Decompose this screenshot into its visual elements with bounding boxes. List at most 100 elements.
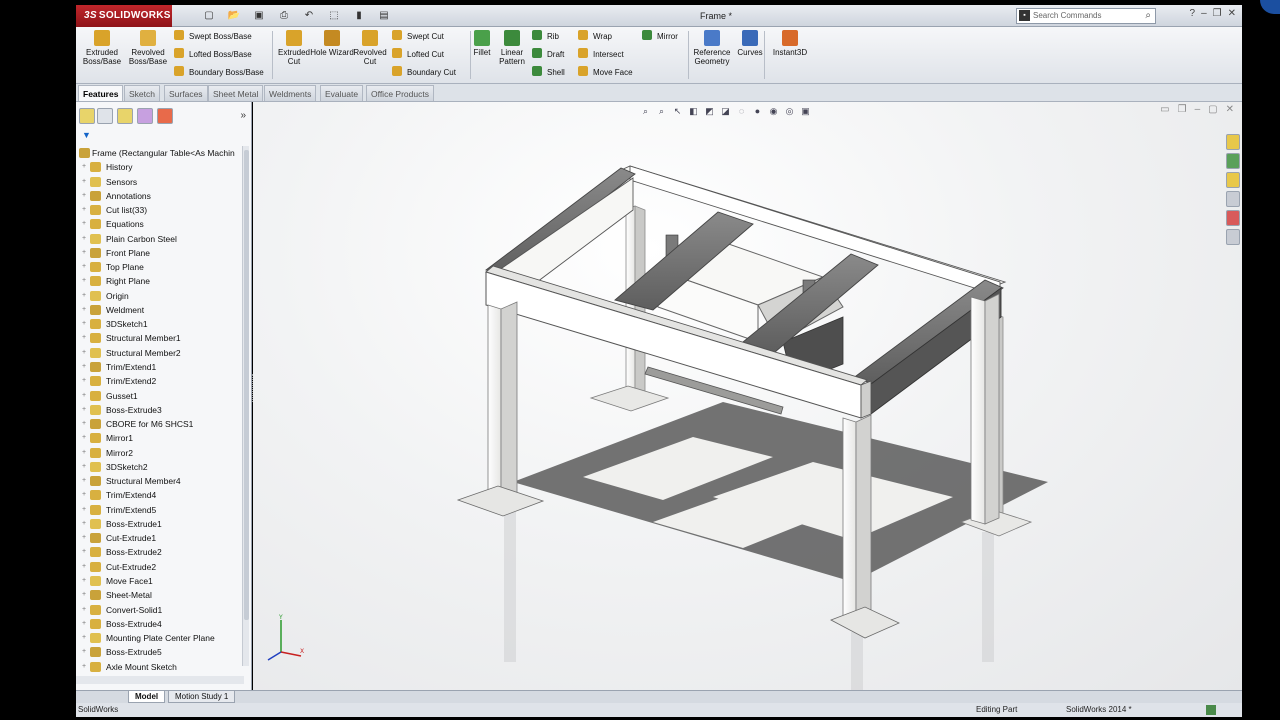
swept-boss-button[interactable]: Swept Boss/Base	[174, 29, 252, 45]
tree-item[interactable]: + Front Plane	[76, 246, 244, 260]
tree-horizontal-scrollbar[interactable]	[76, 676, 244, 684]
expand-icon[interactable]: +	[82, 303, 90, 317]
expand-icon[interactable]: +	[82, 160, 90, 174]
rib-button[interactable]: Rib	[532, 29, 559, 45]
instant3d-button[interactable]: Instant3D	[768, 30, 812, 57]
tree-item[interactable]: + Cut-Extrude2	[76, 560, 244, 574]
expand-icon[interactable]: +	[82, 217, 90, 231]
tree-item[interactable]: + Boss-Extrude4	[76, 617, 244, 631]
expand-panel-icon[interactable]: »	[240, 110, 246, 121]
expand-icon[interactable]: +	[82, 603, 90, 617]
tab-surfaces[interactable]: Surfaces	[164, 85, 208, 101]
property-manager-icon[interactable]	[97, 108, 113, 124]
expand-icon[interactable]: +	[82, 331, 90, 345]
scroll-thumb[interactable]	[244, 150, 249, 620]
tab-sheet-metal[interactable]: Sheet Metal	[208, 85, 264, 101]
tree-item[interactable]: + Trim/Extend1	[76, 360, 244, 374]
tree-item[interactable]: + Sensors	[76, 175, 244, 189]
expand-icon[interactable]: +	[82, 474, 90, 488]
tree-item[interactable]: + Boss-Extrude5	[76, 645, 244, 659]
expand-icon[interactable]: +	[82, 289, 90, 303]
expand-icon[interactable]: +	[82, 517, 90, 531]
tree-item[interactable]: + Annotations	[76, 189, 244, 203]
tree-item[interactable]: + Mounting Plate Center Plane	[76, 631, 244, 645]
move-face-button[interactable]: Move Face	[578, 65, 633, 81]
expand-icon[interactable]: +	[82, 246, 90, 260]
save-icon[interactable]: ▣	[248, 8, 270, 24]
tree-item[interactable]: + Cut list(33)	[76, 203, 244, 217]
rebuild-icon[interactable]: ▮	[348, 8, 370, 24]
configuration-icon[interactable]	[117, 108, 133, 124]
tree-item[interactable]: + Origin	[76, 289, 244, 303]
tab-model[interactable]: Model	[128, 691, 166, 703]
tree-item[interactable]: + Axle Mount Sketch	[76, 660, 244, 674]
restore-icon[interactable]: ❐	[1213, 8, 1222, 19]
tab-weldments[interactable]: Weldments	[264, 85, 317, 101]
expand-icon[interactable]: +	[82, 488, 90, 502]
tree-item[interactable]: + Trim/Extend5	[76, 503, 244, 517]
expand-icon[interactable]: +	[82, 346, 90, 360]
search-commands-input[interactable]: ▪ Search Commands ⌕	[1016, 8, 1156, 24]
tree-item[interactable]: + Structural Member2	[76, 346, 244, 360]
tree-item[interactable]: + Equations	[76, 217, 244, 231]
expand-icon[interactable]: +	[82, 446, 90, 460]
tree-item[interactable]: + Sheet-Metal	[76, 588, 244, 602]
tree-item[interactable]: + History	[76, 160, 244, 174]
new-icon[interactable]: ▢	[198, 8, 220, 24]
tab-office-products[interactable]: Office Products	[366, 85, 434, 101]
tree-item[interactable]: + Mirror1	[76, 431, 244, 445]
expand-icon[interactable]: +	[82, 631, 90, 645]
tab-evaluate[interactable]: Evaluate	[320, 85, 364, 101]
tree-item[interactable]: + Structural Member4	[76, 474, 244, 488]
solidworks-logo[interactable]: 3S SOLIDWORKS	[76, 5, 172, 27]
tab-features[interactable]: Features	[78, 85, 124, 101]
expand-icon[interactable]: +	[82, 360, 90, 374]
tree-item[interactable]: + Structural Member1	[76, 331, 244, 345]
mirror-button[interactable]: Mirror	[642, 29, 678, 45]
expand-icon[interactable]: +	[82, 403, 90, 417]
tree-item[interactable]: + Top Plane	[76, 260, 244, 274]
select-icon[interactable]: ⬚	[323, 8, 345, 24]
intersect-button[interactable]: Intersect	[578, 47, 624, 63]
tab-motion-study[interactable]: Motion Study 1	[168, 691, 236, 703]
print-icon[interactable]: ⎙	[273, 8, 295, 24]
lofted-cut-button[interactable]: Lofted Cut	[392, 47, 444, 63]
tree-item[interactable]: + Cut-Extrude1	[76, 531, 244, 545]
wrap-button[interactable]: Wrap	[578, 29, 612, 45]
tree-item[interactable]: +3DSketch1	[76, 317, 244, 331]
tree-item[interactable]: + Move Face1	[76, 574, 244, 588]
expand-icon[interactable]: +	[82, 260, 90, 274]
options-icon[interactable]: ▤	[373, 8, 395, 24]
revolved-cut-button[interactable]: Revolved Cut	[348, 30, 392, 66]
tree-item[interactable]: + Mirror2	[76, 446, 244, 460]
expand-icon[interactable]: +	[82, 574, 90, 588]
shell-button[interactable]: Shell	[532, 65, 565, 81]
expand-icon[interactable]: +	[82, 417, 90, 431]
tree-item[interactable]: + Right Plane	[76, 274, 244, 288]
tree-item[interactable]: + Trim/Extend2	[76, 374, 244, 388]
filter-icon[interactable]: ▼	[82, 130, 91, 140]
tree-item[interactable]: + Boss-Extrude3	[76, 403, 244, 417]
expand-icon[interactable]: +	[82, 460, 90, 474]
expand-icon[interactable]: +	[82, 617, 90, 631]
expand-icon[interactable]: +	[82, 189, 90, 203]
expand-icon[interactable]: +	[82, 389, 90, 403]
undo-icon[interactable]: ↶	[298, 8, 320, 24]
expand-icon[interactable]: +	[82, 274, 90, 288]
tree-item[interactable]: + Weldment	[76, 303, 244, 317]
tree-item[interactable]: + Boss-Extrude2	[76, 545, 244, 559]
swept-cut-button[interactable]: Swept Cut	[392, 29, 444, 45]
extruded-boss-button[interactable]: Extruded Boss/Base	[80, 30, 124, 66]
expand-icon[interactable]: +	[82, 531, 90, 545]
expand-icon[interactable]: +	[82, 431, 90, 445]
graphics-area[interactable]: ⌕ ⌕ ↖ ◧ ◩ ◪ ◌ ● ◉ ◎ ▣ ▭ ❐ – ▢ ✕ Y X	[253, 102, 1242, 690]
expand-icon[interactable]: +	[82, 503, 90, 517]
dimxpert-icon[interactable]	[137, 108, 153, 124]
expand-icon[interactable]: +	[82, 232, 90, 246]
boundary-boss-button[interactable]: Boundary Boss/Base	[174, 65, 264, 81]
revolved-boss-button[interactable]: Revolved Boss/Base	[126, 30, 170, 66]
close-icon[interactable]: ✕	[1228, 8, 1236, 19]
tree-item[interactable]: + Gusset1	[76, 389, 244, 403]
feature-tree-icon[interactable]	[79, 108, 95, 124]
draft-button[interactable]: Draft	[532, 47, 564, 63]
